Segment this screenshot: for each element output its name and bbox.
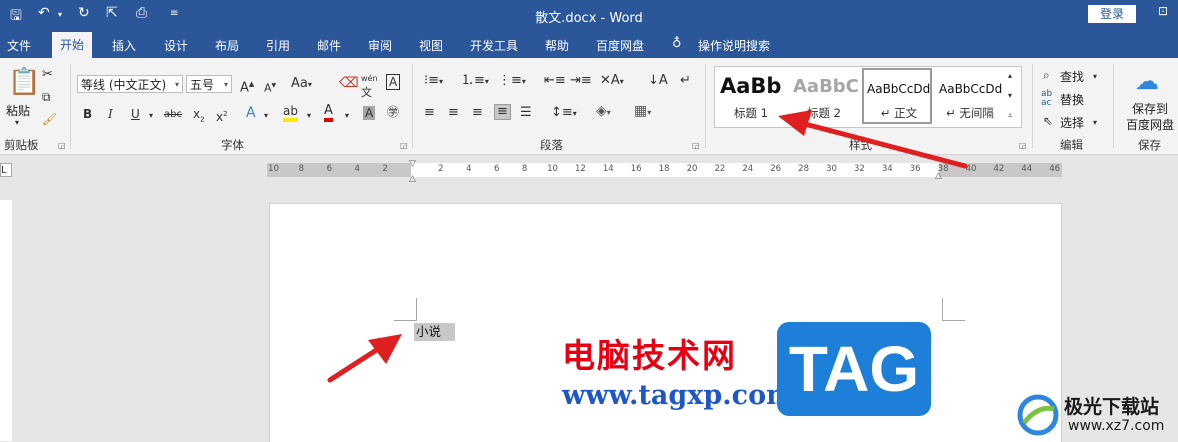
arrow-to-heading1: [778, 110, 968, 169]
annotation-arrows: [327, 110, 968, 383]
arrow-to-text: [327, 334, 402, 383]
